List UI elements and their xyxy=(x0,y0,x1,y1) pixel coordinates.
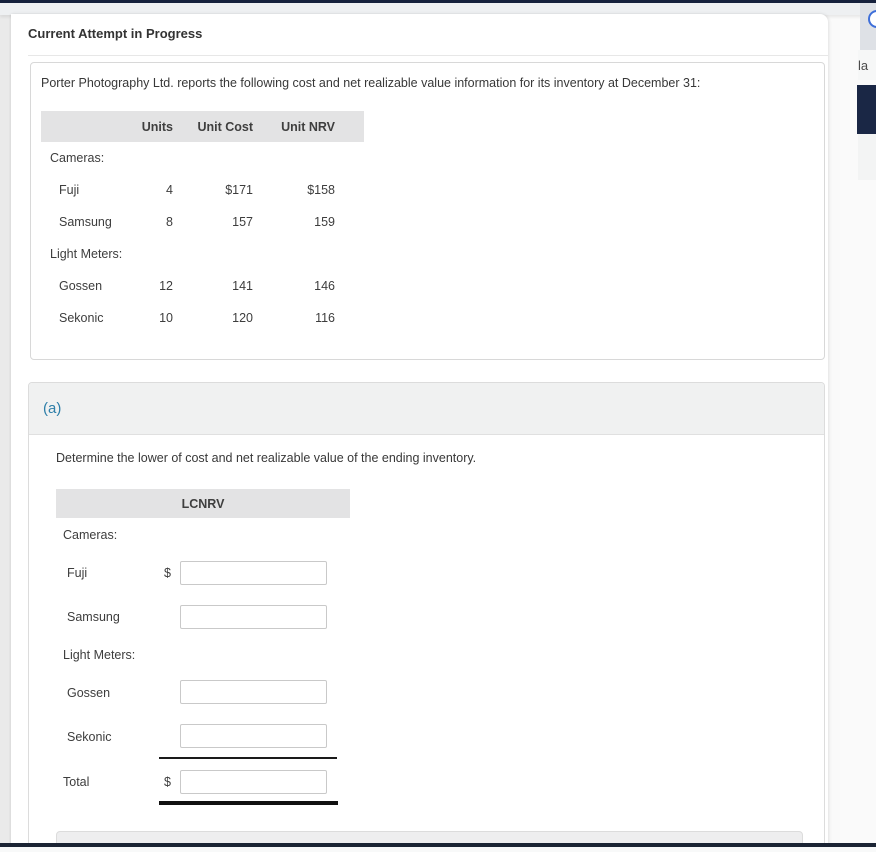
lcnrv-header-label: LCNRV xyxy=(181,496,225,511)
col-unit-nrv: Unit NRV xyxy=(281,119,335,134)
table-row: Light Meters: xyxy=(41,238,364,270)
row-label: Cameras: xyxy=(50,151,105,165)
table-row: Samsung 8 157 159 xyxy=(41,206,364,238)
cell-nrv: $158 xyxy=(307,183,335,197)
total-lcnrv-input[interactable] xyxy=(180,770,327,794)
table-row: Cameras: xyxy=(41,142,364,174)
cell-cost: 157 xyxy=(232,215,253,229)
part-a-instruction: Determine the lower of cost and net real… xyxy=(56,451,477,465)
total-label: Total xyxy=(63,775,90,789)
part-a-section: (a) Determine the lower of cost and net … xyxy=(28,382,825,852)
top-border-bar xyxy=(0,0,876,3)
cell-units: 4 xyxy=(166,183,173,197)
side-panel-link-clipped[interactable]: la xyxy=(858,50,876,80)
problem-statement: Porter Photography Ltd. reports the foll… xyxy=(41,76,701,90)
fuji-currency-symbol: $ xyxy=(164,566,171,580)
part-a-body: Determine the lower of cost and net real… xyxy=(29,435,824,852)
total-rule xyxy=(159,801,338,805)
part-a-header: (a) xyxy=(29,383,824,435)
cell-units: 12 xyxy=(159,279,173,293)
page-title: Current Attempt in Progress xyxy=(28,26,203,41)
gossen-lcnrv-input[interactable] xyxy=(180,680,327,704)
cell-units: 8 xyxy=(166,215,173,229)
cell-nrv: 159 xyxy=(314,215,335,229)
inventory-table: Units Unit Cost Unit NRV Cameras: Fuji 4… xyxy=(41,111,364,334)
cell-cost: 141 xyxy=(232,279,253,293)
light-meters-category-label: Light Meters: xyxy=(63,648,136,662)
left-page-gutter xyxy=(0,14,11,852)
divider xyxy=(28,55,828,56)
assessment-panel: Current Attempt in Progress Porter Photo… xyxy=(11,14,828,852)
bottom-border-bar xyxy=(0,843,876,847)
row-label: Gossen xyxy=(59,279,103,293)
side-panel-button-clipped[interactable] xyxy=(857,85,876,134)
table-row: Sekonic 10 120 116 xyxy=(41,302,364,334)
samsung-lcnrv-input[interactable] xyxy=(180,605,327,629)
sekonic-lcnrv-input[interactable] xyxy=(180,724,327,748)
gossen-label: Gossen xyxy=(67,686,111,700)
cell-units: 10 xyxy=(159,311,173,325)
row-label: Sekonic xyxy=(59,311,104,325)
row-label: Fuji xyxy=(59,183,80,197)
side-panel-link-text: la xyxy=(858,57,869,73)
cell-nrv: 146 xyxy=(314,279,335,293)
subtotal-rule xyxy=(159,757,337,759)
table-row: Fuji 4 $171 $158 xyxy=(41,174,364,206)
row-label: Light Meters: xyxy=(50,247,123,261)
samsung-label: Samsung xyxy=(67,610,120,624)
cell-cost: $171 xyxy=(225,183,253,197)
fuji-label: Fuji xyxy=(67,566,88,580)
sekonic-label: Sekonic xyxy=(67,730,112,744)
cell-nrv: 116 xyxy=(315,311,335,325)
lcnrv-table-header: LCNRV xyxy=(56,489,350,518)
cameras-category-label: Cameras: xyxy=(63,528,118,542)
inventory-table-header: Units Unit Cost Unit NRV xyxy=(41,111,364,142)
side-panel-block-clipped xyxy=(858,134,876,180)
col-unit-cost: Unit Cost xyxy=(197,119,253,134)
part-a-label: (a) xyxy=(43,400,62,417)
total-currency-symbol: $ xyxy=(164,775,171,789)
row-label: Samsung xyxy=(59,215,112,229)
col-units: Units xyxy=(141,119,173,134)
cell-cost: 120 xyxy=(232,311,253,325)
bottom-page-band xyxy=(0,847,876,852)
problem-box: Porter Photography Ltd. reports the foll… xyxy=(30,62,825,360)
table-row: Gossen 12 141 146 xyxy=(41,270,364,302)
fuji-lcnrv-input[interactable] xyxy=(180,561,327,585)
